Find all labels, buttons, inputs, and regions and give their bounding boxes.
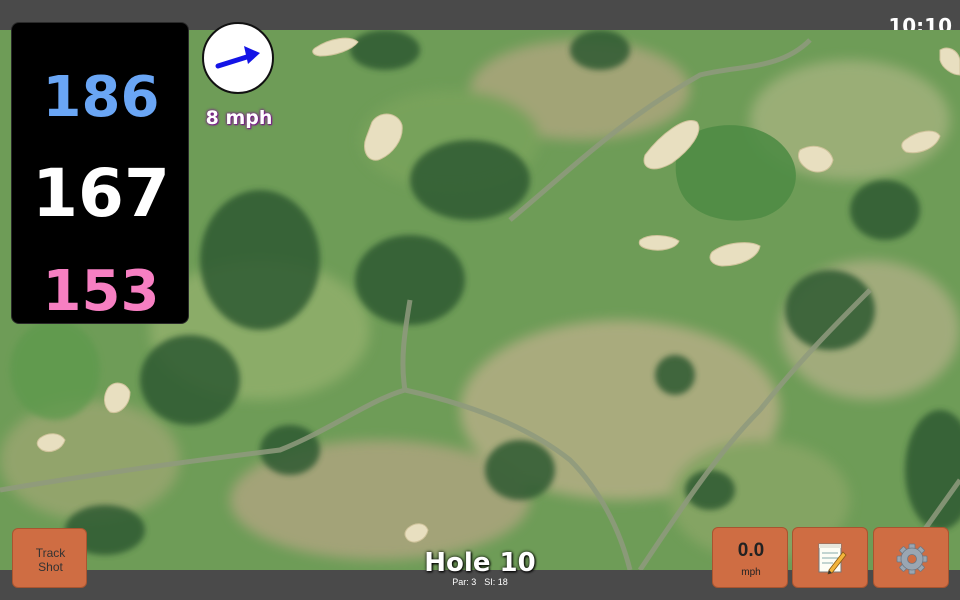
wind-speed-label: 8 mph bbox=[205, 107, 273, 129]
distance-panel: 186 167 153 bbox=[11, 22, 189, 324]
gear-icon bbox=[896, 543, 928, 575]
front-distance: 153 bbox=[42, 259, 160, 324]
settings-button[interactable] bbox=[873, 527, 949, 588]
center-distance: 167 bbox=[32, 155, 170, 232]
speed-button[interactable]: 0.0 mph bbox=[712, 527, 788, 588]
speed-value: 0.0 bbox=[737, 540, 765, 561]
back-distance: 186 bbox=[42, 65, 160, 130]
wind-indicator bbox=[202, 22, 274, 94]
hole-title: Hole 10 bbox=[424, 548, 536, 578]
speed-unit: mph bbox=[741, 567, 761, 578]
track-shot-label-line2: Shot bbox=[38, 560, 63, 574]
notes-button[interactable] bbox=[792, 527, 868, 588]
hole-par: Par: 3 bbox=[452, 577, 477, 587]
wind-arrow-icon bbox=[215, 46, 260, 69]
track-shot-button[interactable]: Track Shot bbox=[12, 528, 87, 588]
notepad-icon bbox=[818, 543, 847, 575]
hole-stroke-index: SI: 18 bbox=[484, 577, 508, 587]
hole-info: Par: 3 SI: 18 bbox=[380, 577, 580, 587]
track-shot-label-line1: Track bbox=[35, 546, 66, 560]
